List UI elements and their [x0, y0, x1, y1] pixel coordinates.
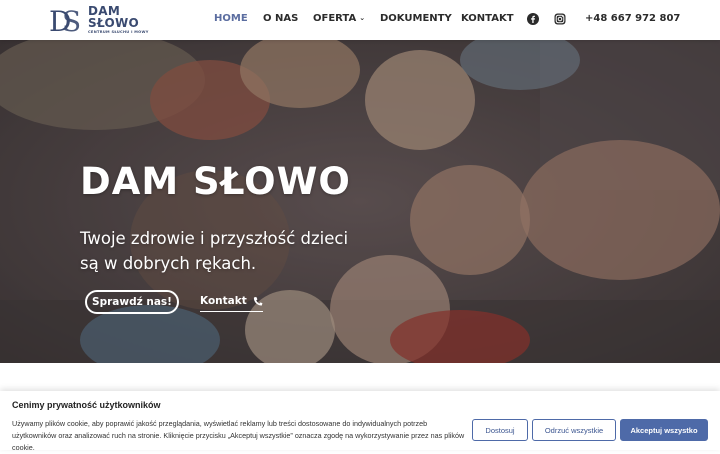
nav-dokumenty[interactable]: DOKUMENTY [380, 13, 452, 24]
nav-kontakt[interactable]: KONTAKT [461, 13, 514, 24]
svg-text:S: S [62, 5, 81, 35]
chevron-down-icon: ⌄ [359, 14, 366, 22]
logo-monogram-icon: D S [49, 5, 85, 38]
instagram-icon[interactable] [554, 13, 566, 25]
nav-o-nas[interactable]: O NAS [263, 13, 298, 24]
logo-line-2: SŁOWO [88, 16, 140, 31]
header-phone[interactable]: +48 667 972 807 [585, 13, 680, 24]
facebook-icon[interactable] [527, 13, 539, 25]
hero-section: DAM SŁOWO Twoje zdrowie i przyszłość dzi… [0, 40, 720, 363]
hero-subtitle-line-2: są w dobrych rękach. [80, 254, 257, 273]
site-header: D S DAM SŁOWO CENTRUM SŁUCHU I MOWY HOME… [0, 0, 720, 40]
cookie-accept-button[interactable]: Akceptuj wszystko [620, 419, 708, 441]
cookie-customize-button[interactable]: Dostosuj [472, 419, 528, 441]
cookie-title: Cenimy prywatność użytkowników [12, 400, 161, 410]
cookie-banner: Cenimy prywatność użytkowników Używamy p… [0, 391, 720, 452]
nav-oferta[interactable]: OFERTA ⌄ [313, 13, 365, 24]
hero-title: DAM SŁOWO [80, 160, 351, 203]
logo[interactable]: D S DAM SŁOWO CENTRUM SŁUCHU I MOWY [49, 5, 149, 38]
contact-link[interactable]: Kontakt [200, 295, 263, 312]
hero-subtitle: Twoje zdrowie i przyszłość dzieci są w d… [80, 226, 348, 276]
phone-icon [253, 297, 263, 306]
cookie-description: Używamy plików cookie, aby poprawić jako… [12, 419, 465, 452]
logo-tagline: CENTRUM SŁUCHU I MOWY [88, 30, 149, 35]
nav-oferta-label: OFERTA [313, 13, 357, 24]
hero-subtitle-line-1: Twoje zdrowie i przyszłość dzieci [80, 229, 349, 248]
contact-link-label: Kontakt [200, 295, 247, 307]
check-us-button[interactable]: Sprawdź nas! [85, 290, 179, 314]
cookie-reject-button[interactable]: Odrzuć wszystkie [532, 419, 616, 441]
nav-home[interactable]: HOME [214, 13, 248, 24]
